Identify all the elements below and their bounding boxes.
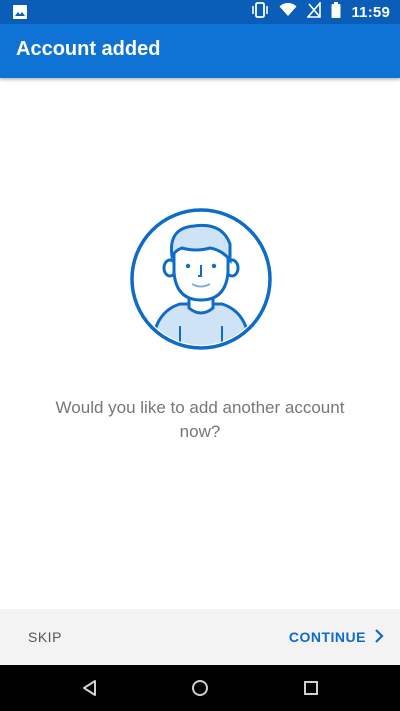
- vibrate-icon: [251, 1, 269, 23]
- wifi-icon: [279, 2, 297, 22]
- main-content: Would you like to add another account no…: [0, 78, 400, 609]
- system-nav-bar: [0, 665, 400, 711]
- skip-button[interactable]: SKIP: [28, 629, 62, 645]
- status-bar: 11:59: [0, 0, 400, 24]
- back-icon[interactable]: [80, 678, 100, 698]
- add-account-prompt: Would you like to add another account no…: [55, 398, 345, 441]
- image-icon: [12, 4, 28, 20]
- status-icons: 11:59: [251, 0, 390, 24]
- page-title: Account added: [16, 38, 161, 60]
- home-icon[interactable]: [190, 678, 210, 698]
- person-avatar-icon: [130, 208, 272, 350]
- battery-icon: [331, 1, 341, 23]
- app-bar: Account added: [0, 24, 400, 78]
- action-bar: SKIP CONTINUE: [0, 609, 400, 665]
- chevron-right-icon: [374, 628, 384, 646]
- continue-button[interactable]: CONTINUE: [288, 628, 384, 646]
- no-sim-icon: [306, 0, 322, 23]
- continue-label: CONTINUE: [288, 629, 366, 645]
- recents-icon[interactable]: [301, 678, 321, 698]
- status-time: 11:59: [351, 3, 390, 21]
